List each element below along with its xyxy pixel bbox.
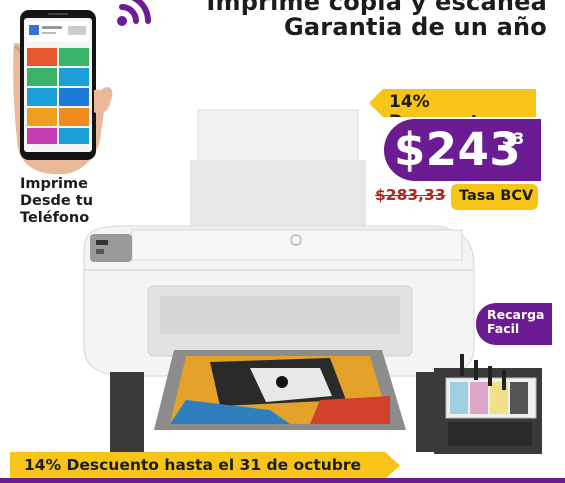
rate-badge-label: Tasa BCV [459, 188, 534, 204]
headline: Imprime copia y escanea Garantia de un a… [206, 0, 547, 40]
recarga-badge: Recarga Facil [476, 303, 552, 345]
price-cents: 33 [502, 129, 525, 148]
rate-badge: Tasa BCV [451, 184, 538, 210]
bottom-discount-label: 14% Descuento hasta el 31 de octubre [24, 456, 362, 474]
old-price: $283,33 [375, 186, 446, 204]
wifi-icon [117, 0, 151, 26]
recarga-label: Recarga Facil [487, 307, 545, 337]
discount-tag: 14% Descuento [369, 89, 536, 117]
ad-banner: Imprime copia y escanea Garantia de un a… [0, 0, 565, 483]
bottom-discount-banner: 14% Descuento hasta el 31 de octubre [10, 452, 400, 479]
recarga-line-1: Recarga [487, 307, 545, 322]
recarga-line-2: Facil [487, 321, 520, 337]
ink-tank-illustration [434, 354, 542, 454]
bottom-accent-line [0, 478, 565, 483]
price-badge: $243 33 [384, 119, 541, 181]
headline-line-2: Garantia de un año [284, 13, 547, 42]
